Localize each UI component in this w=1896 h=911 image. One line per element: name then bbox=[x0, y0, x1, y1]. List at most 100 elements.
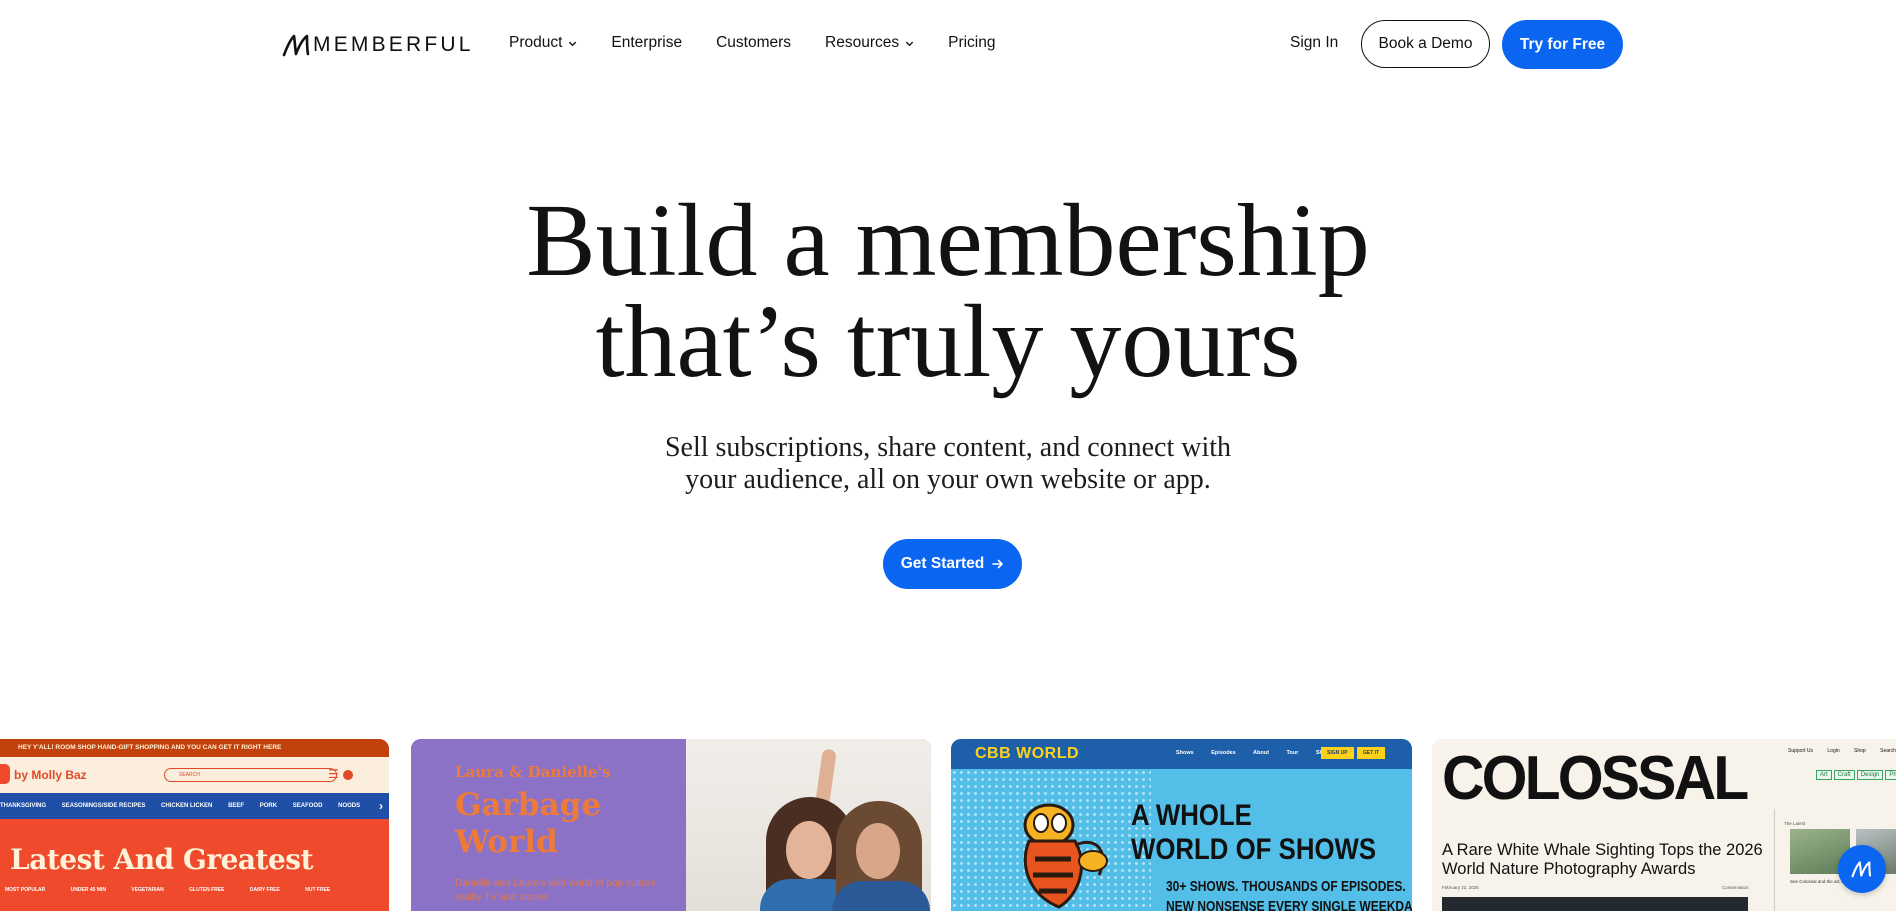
card4-top-link: Support Us bbox=[1788, 748, 1814, 754]
card3-nav-link: About bbox=[1253, 750, 1269, 756]
card2-description: Danielle and Laura's wild world of pop c… bbox=[455, 878, 659, 903]
hero-subtitle-line-2: your audience, all on your own website o… bbox=[685, 464, 1211, 495]
try-for-free-button[interactable]: Try for Free bbox=[1502, 20, 1623, 69]
showcase-card-colossal[interactable]: COLOSSAL Support Us Login Shop Search Ar… bbox=[1432, 739, 1896, 911]
card3-brand: CBB WORLD bbox=[975, 745, 1080, 762]
nav-resources-label: Resources bbox=[825, 34, 900, 51]
card1-filter: VEGETARIAN bbox=[131, 887, 164, 893]
nav-product[interactable]: Product bbox=[509, 34, 577, 52]
nav-customers[interactable]: Customers bbox=[716, 34, 791, 52]
nav-pricing[interactable]: Pricing bbox=[948, 34, 995, 52]
site-header: MEMBERFUL Product Enterprise Customers R… bbox=[0, 0, 1896, 90]
nav-product-label: Product bbox=[509, 34, 563, 51]
card3-sub-line-2: NEW NONSENSE EVERY SINGLE WEEKDAY bbox=[1166, 898, 1412, 911]
nav-enterprise[interactable]: Enterprise bbox=[611, 34, 682, 52]
card4-top-link: Login bbox=[1827, 748, 1840, 754]
card4-divider bbox=[1774, 809, 1775, 911]
hero-subtitle-line-1: Sell subscriptions, share content, and c… bbox=[664, 432, 1232, 463]
logo-wordmark: MEMBERFUL bbox=[313, 33, 474, 56]
showcase-card-garbage-world[interactable]: Laura & Danielle's Garbage World Daniell… bbox=[411, 739, 931, 911]
card1-filter: MOST POPULAR bbox=[5, 887, 46, 893]
user-icon bbox=[343, 770, 353, 780]
photo-shape bbox=[786, 821, 832, 879]
card1-strip-item: PORK bbox=[259, 803, 278, 809]
nav-enterprise-label: Enterprise bbox=[611, 34, 683, 51]
memberful-logo[interactable]: MEMBERFUL bbox=[282, 32, 474, 58]
card2-title-line-1: Garbage bbox=[455, 787, 602, 823]
card4-tag: Craft bbox=[1833, 770, 1855, 780]
chevron-down-icon bbox=[569, 41, 577, 46]
card3-subheadline: 30+ SHOWS. THOUSANDS OF EPISODES. NEW NO… bbox=[1166, 877, 1412, 911]
card1-strip-item: SEASONINGS/SIDE RECIPES bbox=[61, 803, 146, 809]
card3-nav-link: Tour bbox=[1286, 750, 1299, 756]
card1-byline: by Molly Baz bbox=[14, 768, 87, 782]
get-started-label: Get Started bbox=[900, 555, 985, 572]
card3-getit-pill: GET IT bbox=[1357, 747, 1386, 759]
card1-search-input: SEARCH bbox=[164, 768, 337, 782]
card3-headline: A WHOLE WORLD OF SHOWS bbox=[1131, 799, 1376, 867]
card1-header: by Molly Baz SEARCH ☰ bbox=[0, 757, 389, 793]
card3-headline-line-2: WORLD OF SHOWS bbox=[1131, 833, 1377, 866]
card3-headline-line-1: A WHOLE bbox=[1131, 799, 1252, 832]
nav-resources[interactable]: Resources bbox=[825, 34, 914, 52]
showcase-card-molly-baz[interactable]: HEY Y'ALL! ROOM SHOP HAND-GIFT SHOPPING … bbox=[0, 739, 389, 911]
card1-headline: Latest And Greatest bbox=[10, 843, 314, 876]
card3-navbar: CBB WORLD Shows Episodes About Tour Shop… bbox=[951, 739, 1412, 769]
photo-shape bbox=[832, 881, 930, 911]
card4-article-section: Conservation bbox=[1722, 885, 1749, 890]
card1-filter: UNDER 45 MIN bbox=[70, 887, 106, 893]
main-nav: Product Enterprise Customers Resources P… bbox=[509, 34, 1030, 52]
card4-tag: Photo bbox=[1885, 770, 1896, 780]
card1-strip-item: CHICKEN LICKEN bbox=[161, 803, 213, 809]
card1-announcement-bar: HEY Y'ALL! ROOM SHOP HAND-GIFT SHOPPING … bbox=[0, 739, 389, 757]
card3-mascot-illustration bbox=[1023, 803, 1108, 909]
showcase-card-cbb-world[interactable]: CBB WORLD Shows Episodes About Tour Shop… bbox=[951, 739, 1412, 911]
card1-filter: GLUTEN FREE bbox=[189, 887, 225, 893]
card1-filter: DAIRY FREE bbox=[249, 887, 280, 893]
card3-sub-line-1: 30+ SHOWS. THOUSANDS OF EPISODES. bbox=[1166, 878, 1406, 895]
card4-article-image bbox=[1442, 897, 1748, 911]
card1-filter-row: MOST POPULAR UNDER 45 MIN VEGETARIAN GLU… bbox=[5, 887, 354, 893]
hero-title-line-1: Build a membership bbox=[526, 183, 1370, 298]
card4-tag: Art bbox=[1816, 770, 1832, 780]
card1-filter: NUT FREE bbox=[305, 887, 331, 893]
card4-top-links: Support Us Login Shop Search bbox=[1788, 748, 1896, 754]
card1-strip-item: BEEF bbox=[228, 803, 245, 809]
nav-pricing-label: Pricing bbox=[948, 34, 996, 51]
hero-subtitle: Sell subscriptions, share content, and c… bbox=[0, 432, 1896, 496]
card2-hosts-photo bbox=[686, 739, 931, 911]
card2-title-line-2: World bbox=[455, 824, 558, 860]
card4-tag: Design bbox=[1856, 770, 1884, 780]
chevron-down-icon bbox=[905, 41, 914, 46]
card3-nav-link: Shows bbox=[1176, 750, 1194, 756]
card4-logo: COLOSSAL bbox=[1442, 744, 1749, 813]
get-started-button[interactable]: Get Started bbox=[883, 539, 1022, 589]
hamburger-icon: ☰ bbox=[328, 767, 339, 781]
card4-top-link: Search bbox=[1880, 748, 1896, 754]
card2-kicker: Laura & Danielle's bbox=[455, 763, 611, 781]
arrow-right-icon bbox=[992, 559, 1004, 569]
memberful-launcher-button[interactable] bbox=[1838, 845, 1886, 893]
hero-title: Build a membership that’s truly yours bbox=[0, 183, 1896, 399]
card2-text-panel: Laura & Danielle's Garbage World Daniell… bbox=[411, 739, 686, 911]
memberful-m-icon bbox=[282, 34, 310, 57]
card1-logo-mark bbox=[0, 764, 10, 784]
card1-category-strip: THANKSGIVING SEASONINGS/SIDE RECIPES CHI… bbox=[0, 793, 389, 819]
card1-strip-item: NOODS bbox=[338, 803, 361, 809]
book-demo-button[interactable]: Book a Demo bbox=[1361, 20, 1490, 68]
card2-title: Garbage World bbox=[455, 787, 601, 861]
card1-strip-item: SEAFOOD bbox=[292, 803, 323, 809]
hero-title-line-2: that’s truly yours bbox=[595, 284, 1301, 399]
nav-customers-label: Customers bbox=[716, 34, 792, 51]
card3-signup-pill: SIGN UP bbox=[1321, 747, 1354, 759]
card4-article-date: February 22, 2026 bbox=[1442, 885, 1479, 890]
chevron-right-icon: › bbox=[379, 799, 383, 813]
card3-nav-link: Episodes bbox=[1211, 750, 1236, 756]
card4-tags: Art Craft Design Photo bbox=[1816, 770, 1896, 780]
card4-sidebar-label: The Latest bbox=[1784, 821, 1806, 826]
memberful-m-icon bbox=[1851, 861, 1872, 878]
card4-article-title: A Rare White Whale Sighting Tops the 202… bbox=[1442, 841, 1763, 878]
photo-shape bbox=[856, 823, 900, 879]
sign-in-link[interactable]: Sign In bbox=[1290, 34, 1338, 52]
card1-strip-item: THANKSGIVING bbox=[0, 803, 47, 809]
